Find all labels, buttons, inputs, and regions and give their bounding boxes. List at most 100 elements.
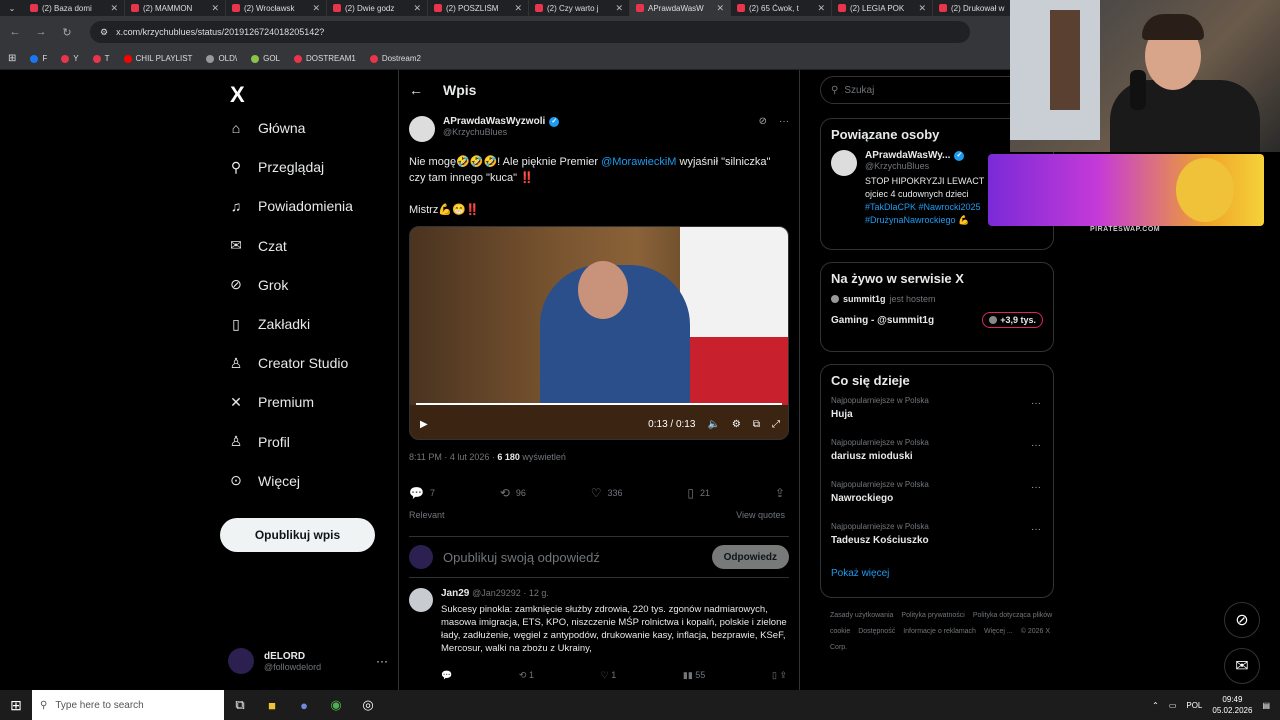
publish-post-button[interactable]: Opublikuj wpis <box>220 518 375 552</box>
sidebar-item[interactable]: ✉ Czat <box>228 237 287 254</box>
video-progress-bar[interactable] <box>416 403 782 405</box>
back-nav-icon[interactable]: ← <box>8 26 22 38</box>
search-input[interactable]: Szukaj <box>844 85 874 96</box>
video-player[interactable]: ▶ 0:13 / 0:13 🔈 ⚙ ⧉ ⤢ <box>409 226 789 440</box>
tab-close-icon[interactable]: ✕ <box>514 3 522 14</box>
reply-author[interactable]: Jan29 <box>441 588 469 599</box>
clock[interactable]: 09:49 05.02.2026 <box>1212 694 1252 716</box>
browser-tab[interactable]: (2) 65 Ćwok, t ✕ <box>731 0 832 16</box>
notifications-icon[interactable]: ▤ <box>1262 701 1270 710</box>
trend-item[interactable]: Najpopularniejsze w Polska dariusz miodus… <box>821 438 1053 480</box>
bookmark-item[interactable]: F <box>30 54 47 63</box>
windows-start-icon[interactable]: ⊞ <box>0 690 32 720</box>
tab-close-icon[interactable]: ✕ <box>211 3 219 14</box>
reply-button[interactable]: 💬 7 <box>409 486 435 500</box>
more-icon[interactable]: ··· <box>376 654 388 668</box>
volume-icon[interactable]: 🔈 <box>707 419 719 430</box>
grok-fab-icon[interactable]: ⊘ <box>1224 602 1260 638</box>
trend-item[interactable]: Najpopularniejsze w Polska Nawrockiego ··· <box>821 480 1053 522</box>
sidebar-item[interactable]: ⚲ Przeglądaj <box>228 159 324 176</box>
author-name[interactable]: APrawdaWasWyzwoli <box>443 116 545 127</box>
live-item[interactable]: summit1g jest hostem Gaming - @summit1g +3… <box>821 294 1053 328</box>
reply-views-button[interactable]: ▮▮ 55 <box>683 670 705 681</box>
obs-icon[interactable]: ◎ <box>352 690 384 720</box>
browser-tab[interactable]: (2) Wrocławsk ✕ <box>226 0 327 16</box>
reply-like-button[interactable]: ♡ 1 <box>601 670 617 681</box>
tab-close-icon[interactable]: ✕ <box>110 3 118 14</box>
account-switcher[interactable]: dELORD @followdelord ··· <box>228 648 388 674</box>
reply-repost-button[interactable]: ⟲ 1 <box>519 670 534 681</box>
browser-tab[interactable]: (2) MAMMON ✕ <box>125 0 226 16</box>
sidebar-item[interactable]: ♫ Powiadomienia <box>228 198 353 214</box>
grok-icon[interactable]: ⊘ <box>759 116 767 127</box>
avatar[interactable] <box>409 588 433 612</box>
reply-bookmark-button[interactable]: ▯ ⇪ <box>772 670 787 681</box>
bookmark-item[interactable]: CHIL PLAYLIST <box>123 54 192 63</box>
mention-link[interactable]: @MorawieckiM <box>601 156 676 168</box>
x-logo[interactable]: X <box>230 82 245 108</box>
reply-post[interactable]: Jan29 @Jan29292 · 12 g. Sukcesy pinokla:… <box>409 588 789 655</box>
sidebar-item[interactable]: ✕ Premium <box>228 394 314 411</box>
sidebar-item[interactable]: ♙ Creator Studio <box>228 355 349 372</box>
bookmark-item[interactable]: DOSTREAM1 <box>294 54 356 63</box>
reply-submit-button[interactable]: Odpowiedz <box>711 545 789 569</box>
footer-link[interactable]: Zasady użytkowania <box>830 612 893 619</box>
sidebar-item[interactable]: ⌂ Główna <box>228 120 306 136</box>
bookmark-item[interactable]: GOL <box>251 54 280 63</box>
bio-hashtags[interactable]: #DrużynaNawrockiego 💪 <box>865 214 984 227</box>
tray-arrow-icon[interactable]: ⌃ <box>1152 701 1159 710</box>
browser-tab[interactable]: (2) Baza domi ✕ <box>24 0 125 16</box>
show-more-link[interactable]: Pokaż więcej <box>821 564 1053 589</box>
forward-nav-icon[interactable]: → <box>34 26 48 38</box>
trend-item[interactable]: Najpopularniejsze w Polska Huja ··· <box>821 396 1053 438</box>
reply-handle[interactable]: @Jan29292 · 12 g. <box>472 588 549 598</box>
taskbar-search-input[interactable]: Type here to search <box>55 700 143 711</box>
task-view-icon[interactable]: ⧉ <box>224 690 256 720</box>
footer-link[interactable]: Polityka prywatności <box>901 612 964 619</box>
footer-link[interactable]: Więcej ... <box>984 628 1013 635</box>
apps-grid-icon[interactable]: ⊞ <box>8 53 16 64</box>
play-icon[interactable]: ▶ <box>420 419 428 430</box>
settings-gear-icon[interactable]: ⚙ <box>732 419 741 430</box>
related-name[interactable]: APrawdaWasWy... <box>865 150 950 161</box>
browser-tab[interactable]: (2) LEGIA POK ✕ <box>832 0 933 16</box>
monitor-icon[interactable]: ▭ <box>1169 701 1177 710</box>
taskbar-search[interactable]: ⚲ Type here to search <box>32 690 224 720</box>
footer-link[interactable]: Dostępność <box>858 628 895 635</box>
bookmark-item[interactable]: Y <box>61 54 79 63</box>
address-bar[interactable]: ⚙ x.com/krzychublues/status/201912672401… <box>90 21 970 43</box>
site-info-icon[interactable]: ⚙ <box>100 27 108 38</box>
tab-close-icon[interactable]: ✕ <box>817 3 825 14</box>
avatar[interactable] <box>409 116 435 142</box>
bookmark-item[interactable]: OLD\ <box>206 54 237 63</box>
browser-tab[interactable]: (2) Czy warto j ✕ <box>529 0 630 16</box>
browser-tab[interactable]: (2) POSZLIŚM ✕ <box>428 0 529 16</box>
browser-tab[interactable]: APrawdaWasW ✕ <box>630 0 731 16</box>
more-icon[interactable]: ··· <box>779 116 789 127</box>
more-icon[interactable]: ··· <box>1031 398 1041 409</box>
tab-close-icon[interactable]: ✕ <box>918 3 926 14</box>
file-explorer-icon[interactable]: ■ <box>256 690 288 720</box>
tab-close-icon[interactable]: ✕ <box>716 3 724 14</box>
discord-icon[interactable]: ● <box>288 690 320 720</box>
more-icon[interactable]: ··· <box>1031 524 1041 535</box>
avatar[interactable] <box>831 150 857 176</box>
view-quotes-link[interactable]: View quotes <box>736 510 785 520</box>
trend-item[interactable]: Najpopularniejsze w Polska Tadeusz Kościu… <box>821 522 1053 564</box>
more-icon[interactable]: ··· <box>1031 440 1041 451</box>
post-timestamp[interactable]: 8:11 PM · 4 lut 2026 · <box>409 452 497 462</box>
bookmark-item[interactable]: Dostream2 <box>369 54 421 63</box>
bookmark-button[interactable]: ▯ 21 <box>687 486 710 500</box>
author-handle[interactable]: @KrzychuBlues <box>443 127 559 137</box>
more-icon[interactable]: ··· <box>1031 482 1041 493</box>
tab-close-icon[interactable]: ✕ <box>413 3 421 14</box>
bio-hashtags[interactable]: #TakDlaCPK #Nawrocki2025 <box>865 201 984 214</box>
browser-tab[interactable]: (2) Dwie godz ✕ <box>327 0 428 16</box>
messages-fab-icon[interactable]: ✉ <box>1224 648 1260 684</box>
reply-reply-button[interactable]: 💬 1 <box>441 670 452 681</box>
fullscreen-icon[interactable]: ⤢ <box>772 419 780 430</box>
sidebar-item[interactable]: ▯ Zakładki <box>228 316 310 333</box>
sidebar-item[interactable]: ⊙ Więcej <box>228 472 300 489</box>
footer-link[interactable]: Informacje o reklamach <box>903 628 976 635</box>
share-button[interactable]: ⇪ <box>775 486 785 500</box>
